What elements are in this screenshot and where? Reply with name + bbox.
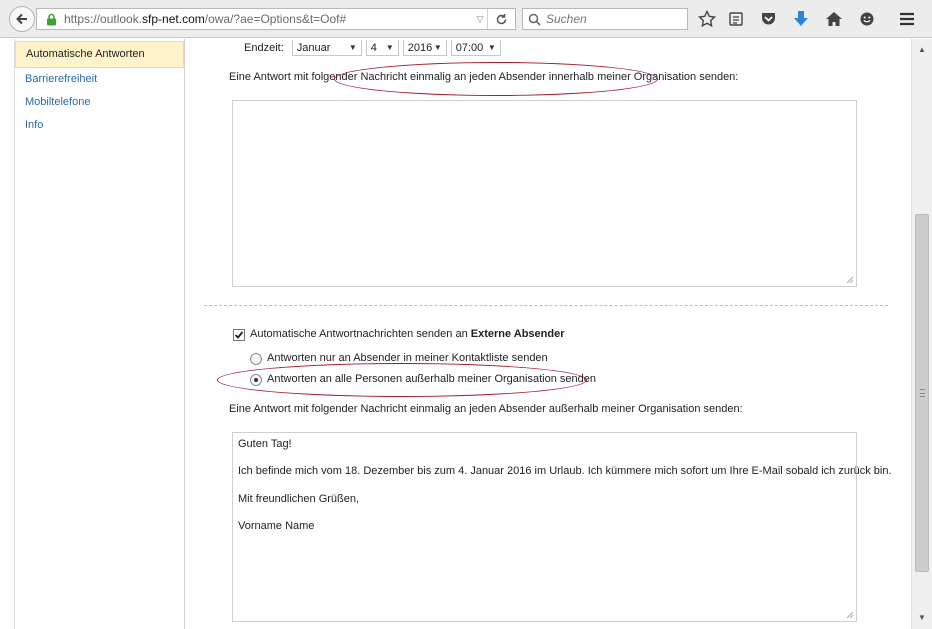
chevron-down-icon: ▼ — [348, 43, 357, 52]
browser-toolbar: https://outlook.sfp-net.com/owa/?ae=Opti… — [0, 0, 932, 38]
sidebar-item-info[interactable]: Info — [15, 114, 184, 137]
chevron-down-icon: ▼ — [385, 43, 394, 52]
radio-contacts-only-label: Antworten nur an Absender in meiner Kont… — [267, 352, 548, 364]
internal-reply-message[interactable] — [232, 100, 857, 287]
options-sidebar: Automatische Antworten Barrierefreiheit … — [0, 39, 185, 629]
search-icon — [528, 13, 541, 26]
reading-list-icon[interactable] — [726, 9, 746, 29]
internal-reply-instruction: Eine Antwort mit folgender Nachricht ein… — [229, 71, 739, 83]
menu-icon[interactable] — [897, 9, 917, 29]
home-icon[interactable] — [824, 9, 844, 29]
download-icon[interactable] — [791, 9, 811, 29]
external-reply-message[interactable]: Guten Tag! Ich befinde mich vom 18. Deze… — [232, 432, 892, 622]
radio-contacts-only[interactable] — [250, 353, 262, 365]
end-time-select[interactable]: 07:00 ▼ — [450, 40, 501, 56]
radio-all-external[interactable] — [250, 374, 262, 386]
external-reply-instruction: Eine Antwort mit folgender Nachricht ein… — [229, 403, 743, 415]
end-month-select[interactable]: Januar ▼ — [291, 40, 362, 56]
message-line: Guten Tag! — [238, 438, 292, 450]
reload-icon[interactable] — [487, 9, 515, 29]
automatic-replies-form: Endzeit: Januar ▼ 4 ▼ 2016 ▼ 07:00 ▼ Eine An… — [186, 39, 910, 629]
chevron-down-icon: ▼ — [433, 43, 442, 52]
resize-handle-icon[interactable] — [846, 276, 854, 284]
sidebar-item-mobile-phones[interactable]: Mobiltelefone — [15, 91, 184, 114]
scroll-down-icon[interactable]: ▼ — [916, 611, 928, 623]
radio-all-external-label: Antworten an alle Personen außerhalb mei… — [267, 373, 596, 385]
end-day-select[interactable]: 4 ▼ — [365, 40, 399, 56]
chevron-down-icon: ▼ — [487, 43, 496, 52]
emoji-feedback-icon[interactable] — [857, 9, 877, 29]
sidebar-item-automatic-replies[interactable]: Automatische Antworten — [15, 41, 184, 68]
end-year-select[interactable]: 2016 ▼ — [402, 40, 447, 56]
url-dropdown-icon[interactable]: ▽ — [473, 14, 487, 25]
sidebar-item-accessibility[interactable]: Barrierefreiheit — [15, 68, 184, 91]
url-text: https://outlook.sfp-net.com/owa/?ae=Opti… — [64, 12, 347, 26]
end-time-row: Endzeit: Januar ▼ 4 ▼ 2016 ▼ 07:00 ▼ — [244, 39, 505, 57]
page-scrollbar[interactable]: ▲ ▼ — [911, 39, 932, 629]
section-divider — [204, 305, 888, 306]
message-line: Vorname Name — [238, 520, 315, 532]
back-button[interactable] — [9, 6, 35, 32]
scroll-up-icon[interactable]: ▲ — [916, 43, 928, 55]
scrollbar-thumb[interactable] — [915, 214, 929, 572]
grip-icon — [920, 389, 925, 397]
lock-icon — [44, 12, 58, 26]
end-time-label: Endzeit: — [244, 42, 284, 54]
url-bar[interactable]: https://outlook.sfp-net.com/owa/?ae=Opti… — [36, 8, 516, 30]
search-bar[interactable]: Suchen — [522, 8, 688, 30]
back-arrow-icon — [16, 13, 27, 25]
pocket-icon[interactable] — [758, 9, 778, 29]
message-line: Ich befinde mich vom 18. Dezember bis zu… — [238, 465, 892, 477]
external-senders-label: Automatische Antwortnachrichten senden a… — [250, 328, 565, 340]
external-senders-checkbox[interactable] — [233, 329, 245, 341]
search-input[interactable]: Suchen — [546, 12, 587, 26]
checkmark-icon — [234, 331, 244, 339]
resize-handle-icon[interactable] — [846, 611, 854, 619]
message-line: Mit freundlichen Grüßen, — [238, 493, 360, 505]
bookmark-star-icon[interactable] — [697, 9, 717, 29]
